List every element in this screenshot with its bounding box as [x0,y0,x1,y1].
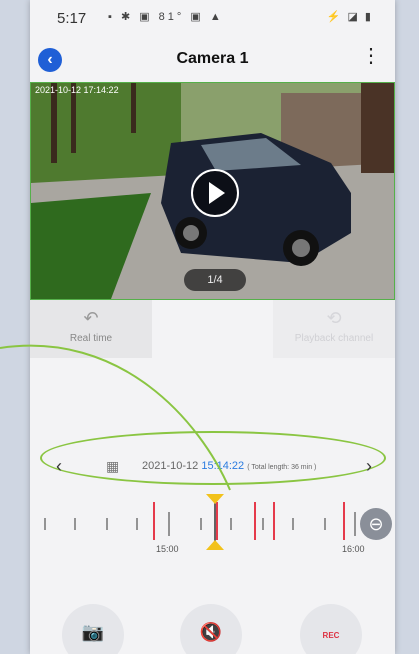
bottom-controls: 📷 🔇 REC [30,600,395,654]
total-length: ( Total length: 36 min ) [247,464,317,471]
calendar-icon[interactable]: ▦ [106,458,119,475]
record-button[interactable]: REC [300,604,362,654]
speaker-mute-icon: 🔇 [199,622,223,642]
rec-label: REC [322,631,340,640]
time-text: 15:14:22 [201,460,245,472]
tick-16: 16:00 [342,544,365,554]
status-time: 5:17 [57,10,87,27]
date-navigator: ‹ ▦ 2021-10-12 15:14:22 ( Total length: … [44,454,374,480]
page-indicator: 1/4 [184,269,246,291]
status-bar: 5:17 ▪ ✱ ▣ 81° ▣ ▲ ⚡ ◪ ▮ [30,0,395,36]
date-text: 2021-10-12 [142,460,199,472]
play-icon[interactable] [191,169,239,217]
real-time-label: Real time [69,333,113,344]
camera-icon: 📷 [81,622,105,642]
status-icons: ▪ ✱ ▣ 81° ▣ ▲ [108,11,224,23]
mute-button[interactable]: 🔇 [180,604,242,654]
channel-switch-icon: ⟲ [326,308,342,328]
video-timestamp: 2021-10-12 17:14:22 [35,85,119,95]
snapshot-button[interactable]: 📷 [62,604,124,654]
next-day-button[interactable]: › [366,456,372,477]
playback-channel-label: Playback channel [294,333,374,344]
phone-screen: 5:17 ▪ ✱ ▣ 81° ▣ ▲ ⚡ ◪ ▮ ‹ Camera 1 ⋮ 20… [30,0,395,654]
page-title: Camera 1 [176,50,249,67]
rewind-arrow-icon: ↶ [83,308,99,328]
previous-day-button[interactable]: ‹ [56,456,62,477]
more-options-icon[interactable]: ⋮ [361,46,381,66]
mode-bar: ↶ Real time ⟲ Playback channel [30,300,395,358]
playback-channel-button[interactable]: ⟲ Playback channel [273,300,395,358]
real-time-button[interactable]: ↶ Real time [30,300,152,358]
title-bar: ‹ Camera 1 ⋮ [30,40,395,80]
timeline-scale[interactable]: 15:00 16:00 [30,490,395,570]
tick-15: 15:00 [156,544,179,554]
zoom-out-icon[interactable]: ⊖ [360,508,392,540]
date-time-label: 2021-10-12 15:14:22 ( Total length: 36 m… [142,460,316,472]
timeline-area: ‹ ▦ 2021-10-12 15:14:22 ( Total length: … [30,360,395,610]
video-player[interactable]: 2021-10-12 17:14:22 1/4 [30,82,395,300]
status-right-icons: ⚡ ◪ ▮ [326,11,373,23]
